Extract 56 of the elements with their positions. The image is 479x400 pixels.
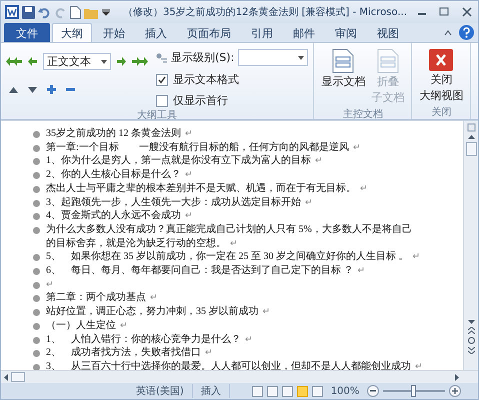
outline-text: 的目标舍弃，就是沦为缺乏行动的空想。 ↵ xyxy=(46,236,239,250)
paragraph-mark: ↵ xyxy=(412,251,420,262)
group-label: 大纲工具 xyxy=(136,108,178,123)
insert-mode-status[interactable]: 插入 xyxy=(200,384,230,398)
outline-text: 5、 如果你想在 35 岁以前成功，你一定在 25 至 30 岁之间确立好你的人生目标 。 ↵ xyxy=(46,250,420,264)
ribbon-tab[interactable]: 审阅 xyxy=(326,23,366,42)
close-outline-view-button[interactable]: 关闭 大纲视图 xyxy=(417,47,466,104)
paragraph-mark: ↵ xyxy=(305,196,313,207)
checkbox-label: 显示文本格式 xyxy=(173,72,239,87)
paragraph-mark: ↵ xyxy=(415,360,423,371)
file-tab[interactable]: 文件 xyxy=(4,23,50,42)
outline-text: 杰出人士与平庸之辈的根本差别并不是天赋、机遇，而在于有无目标。 ↵ xyxy=(46,182,368,196)
outline-text: 3、 从三百六十行中选择你的最爱。人人都可以创业，但却不是人人都能创业成功 ↵ xyxy=(46,360,423,374)
window-title: （修改）35岁之前成功的12条黄金法则 [兼容模式] - Microso... xyxy=(123,6,408,19)
paragraph-mark: ↵ xyxy=(46,278,54,289)
ribbon-tab[interactable]: 开始 xyxy=(94,23,134,42)
ribbon-tab[interactable]: 插入 xyxy=(136,23,176,42)
show-level-label: 显示级别(S): xyxy=(171,50,234,65)
paragraph-mark: ↵ xyxy=(185,210,193,220)
outline-text: 1、 人怕入错行：你的核心竞争力是什么？ ↵ xyxy=(46,332,253,346)
outline-text: （一）人生定位 ↵ xyxy=(46,318,128,333)
outline-text: 为什么大多数人没有成功？真正能完成自己计划的人只有 5%，大多数人不是将自己 xyxy=(46,222,412,237)
show-document-button[interactable]: 显示文档 xyxy=(319,47,368,106)
zoom-level[interactable]: 100% xyxy=(330,386,360,396)
ribbon-tab[interactable]: 页面布局 xyxy=(178,23,240,42)
paragraph-mark: ↵ xyxy=(358,265,366,276)
group-label: 关闭 xyxy=(430,106,452,120)
outline-text: 第一章:一个目标 一艘没有航行目标的船，任何方向的风都是逆风 ↵ xyxy=(46,140,361,154)
outline-text: 2、 成功者找方法，失败者找借口 ↵ xyxy=(46,346,213,360)
ribbon-tab[interactable]: 邮件 xyxy=(284,23,324,42)
paragraph-mark: ↵ xyxy=(120,320,128,330)
outline-text: 1、你为什么是穷人，第一点就是你没有立下成为富人的目标 ↵ xyxy=(46,154,323,168)
outline-text: 第二章：两个成功基点 ↵ xyxy=(46,291,158,306)
paragraph-mark: ↵ xyxy=(315,155,323,166)
paragraph-mark: ↵ xyxy=(262,306,270,316)
outline-text: 站好位置，调正心态，努力冲刺，35 岁以前成功 ↵ xyxy=(46,305,270,319)
checkbox-label: 仅显示首行 xyxy=(173,93,228,108)
paragraph-mark: ↵ xyxy=(360,182,368,193)
outline-text: 35岁之前成功的 12 条黄金法则 ↵ xyxy=(46,127,193,141)
outline-text: 2、你的人生核心目标是什么？ ↵ xyxy=(46,168,193,182)
ribbon-tab[interactable]: 大纲 xyxy=(52,23,92,42)
outline-text: 3、起跑领先一步，人生领先一大步：成功从选定目标开始 ↵ xyxy=(46,196,313,210)
outline-text: 4、贾金斯式的人永远不会成功 ↵ xyxy=(46,209,193,223)
group-label: 主控文档 xyxy=(342,108,384,122)
paragraph-mark: ↵ xyxy=(150,292,158,302)
paragraph-mark: ↵ xyxy=(205,347,213,358)
paragraph-mark: ↵ xyxy=(230,238,238,248)
language-status[interactable]: 英语(美国) xyxy=(136,384,193,398)
ribbon-tab[interactable]: 视图 xyxy=(368,23,408,42)
paragraph-mark: ↵ xyxy=(185,128,193,138)
ribbon-tab[interactable]: 引用 xyxy=(242,23,282,42)
paragraph-mark: ↵ xyxy=(185,169,193,180)
outline-text: 6、 每日、每月、每年都要问自己：我是否达到了自己定下的目标 ？ ↵ xyxy=(46,264,366,278)
paragraph-mark: ↵ xyxy=(245,334,253,344)
paragraph-mark: ↵ xyxy=(352,142,361,152)
outline-level-dropdown[interactable]: 正文文本 xyxy=(43,53,111,70)
